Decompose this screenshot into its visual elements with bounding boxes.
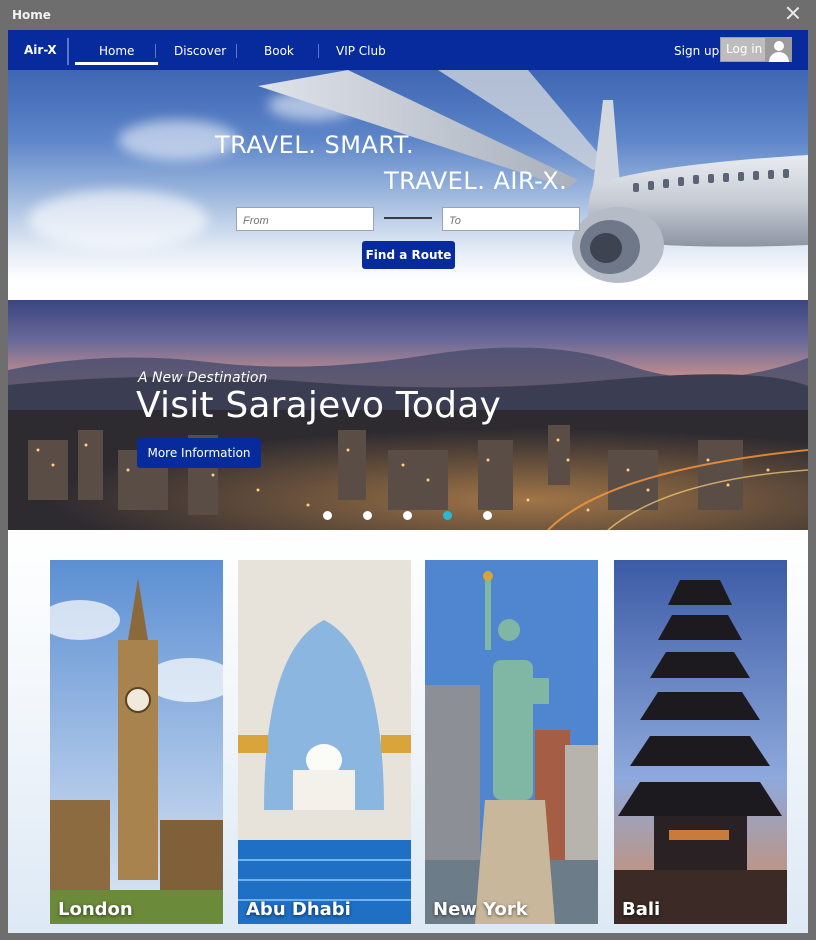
hero-headline-2: TRAVEL. AIR-X. [384, 167, 568, 195]
carousel-dot[interactable] [483, 511, 492, 520]
close-icon[interactable] [786, 6, 800, 20]
nav-divider [318, 44, 319, 58]
nav-divider [155, 44, 156, 58]
destinations-section: London Abu Dhabi New York Bali [8, 530, 808, 933]
nav-item-vip-club[interactable]: VIP Club [336, 44, 386, 58]
page-content: Air-X Home Discover Book VIP Club Sign u… [8, 30, 808, 933]
from-input[interactable] [236, 207, 374, 231]
banner-kicker: A New Destination [138, 370, 268, 386]
app-window: Home Air-X Home Discover Book VIP Club S… [0, 0, 816, 940]
user-avatar-icon[interactable] [766, 37, 792, 62]
london-image [50, 560, 223, 924]
more-information-button[interactable]: More Information [137, 438, 261, 468]
nav-divider [236, 44, 237, 58]
nav-item-book[interactable]: Book [264, 44, 294, 58]
hero-headline-1: TRAVEL. SMART. [215, 131, 415, 159]
destination-card-abu-dhabi[interactable]: Abu Dhabi [238, 560, 411, 924]
nav-item-discover[interactable]: Discover [174, 44, 226, 58]
login-button[interactable]: Log in [720, 37, 766, 62]
destination-card-new-york[interactable]: New York [425, 560, 598, 924]
top-nav: Air-X Home Discover Book VIP Club Sign u… [8, 30, 808, 70]
destination-card-bali[interactable]: Bali [614, 560, 787, 924]
signup-link[interactable]: Sign up [674, 44, 719, 58]
window-title: Home [12, 8, 51, 22]
brand-divider [67, 38, 69, 65]
destination-label: Bali [622, 899, 661, 920]
destination-label: New York [433, 899, 528, 920]
destination-label: London [58, 899, 133, 920]
find-route-button[interactable]: Find a Route [362, 241, 455, 269]
destination-card-london[interactable]: London [50, 560, 223, 924]
carousel-dot[interactable] [323, 511, 332, 520]
destination-label: Abu Dhabi [246, 899, 351, 920]
destination-carousel: A New Destination Visit Sarajevo Today M… [8, 300, 808, 530]
title-bar: Home [0, 0, 816, 30]
new-york-image [425, 560, 598, 924]
bali-image [614, 560, 787, 924]
carousel-dot[interactable] [403, 511, 412, 520]
carousel-dot[interactable] [363, 511, 372, 520]
nav-item-home[interactable]: Home [74, 44, 160, 65]
brand-logo[interactable]: Air-X [24, 43, 57, 57]
abu-dhabi-image [238, 560, 411, 924]
carousel-dot-active[interactable] [443, 511, 452, 520]
banner-title: Visit Sarajevo Today [136, 385, 501, 426]
hero-section: TRAVEL. SMART. TRAVEL. AIR-X. Find a Rou… [8, 70, 808, 300]
to-input[interactable] [442, 207, 580, 231]
route-connector [384, 217, 432, 219]
